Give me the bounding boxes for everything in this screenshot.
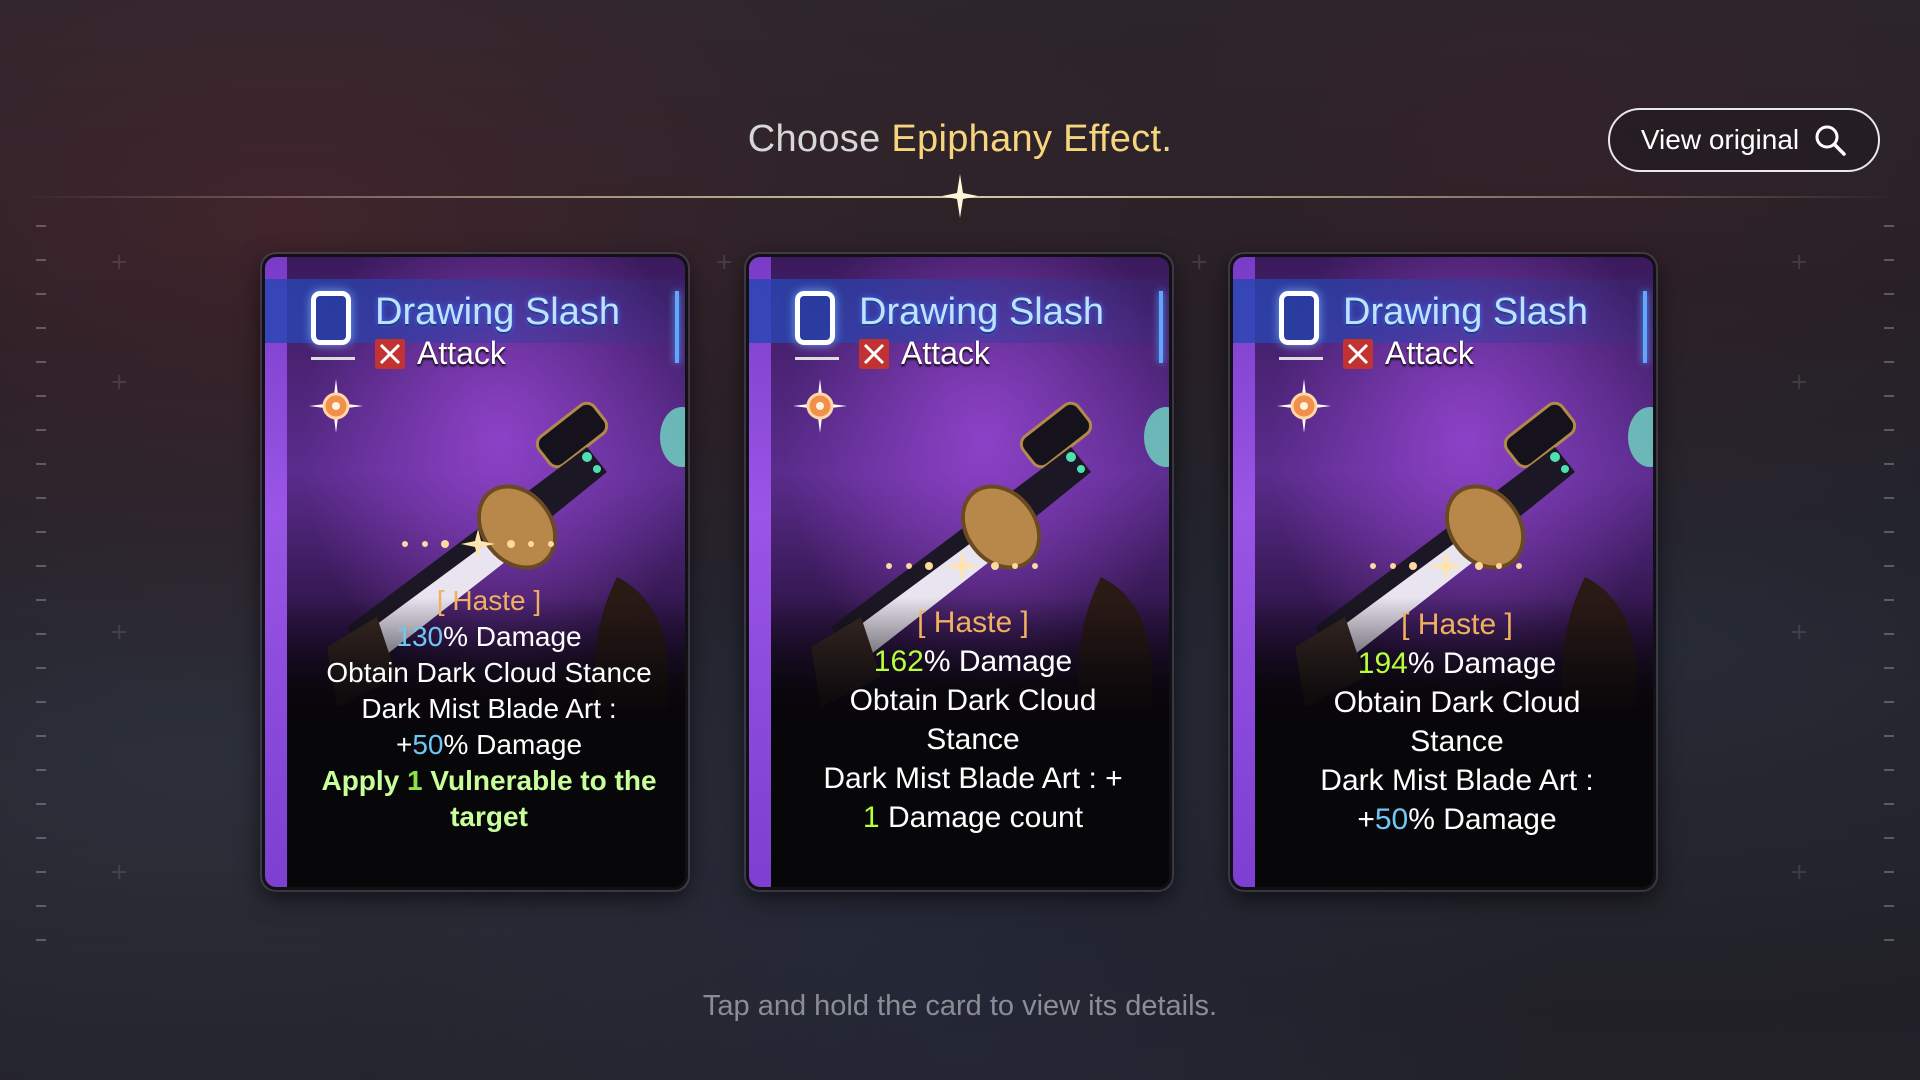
card-effect-text: [ Haste ] 194% Damage Obtain Dark Cloud … [1255, 605, 1653, 839]
vulnerable-line-2: target [450, 801, 528, 832]
card-type: Attack [901, 335, 990, 371]
grid-plus-decor: + [1790, 370, 1809, 395]
title-highlight: Epiphany Effect [891, 118, 1162, 160]
count-value: 1 [862, 801, 880, 834]
epiphany-card-2[interactable]: 0 Drawing Slash Attack [ Haste ] 162% Da… [746, 254, 1172, 890]
cost-underline [795, 357, 839, 360]
grid-plus-decor: + [110, 370, 129, 395]
stance-line: Obtain Dark Cloud [1333, 686, 1581, 719]
vulnerable-line: Apply 1 Vulnerable to the [287, 763, 685, 799]
attack-icon [1343, 339, 1373, 369]
damage-suffix: % Damage [923, 645, 1073, 678]
card-title-bar-edge [675, 291, 679, 363]
card-cost: 0 [1279, 291, 1319, 345]
compass-icon [793, 379, 847, 433]
stance-line: Obtain Dark Cloud Stance [326, 657, 652, 688]
bonus-prefix: + [1357, 803, 1375, 836]
epiphany-card-1[interactable]: 0 Drawing Slash Attack [ Haste ] 130% Da… [262, 254, 688, 890]
right-edge-ticks [1884, 225, 1894, 1045]
stance-line: Obtain Dark Cloud [849, 684, 1097, 717]
left-edge-ticks [36, 225, 46, 1045]
stance-line-2: Stance [926, 723, 1020, 756]
damage-line: 194% Damage [1255, 644, 1653, 683]
compass-icon [309, 379, 363, 433]
card-effect-text: [ Haste ] 162% Damage Obtain Dark Cloud … [771, 603, 1169, 837]
extra-suffix: Vulnerable to the [422, 765, 657, 796]
count-suffix: Damage count [879, 801, 1084, 834]
grid-plus-decor: + [110, 860, 129, 885]
damage-line: 162% Damage [771, 642, 1169, 681]
card-type: Attack [1385, 335, 1474, 371]
sparkle-divider [1370, 551, 1522, 581]
card-title-bar-edge [1159, 291, 1163, 363]
cost-underline [1279, 357, 1323, 360]
grid-plus-decor: + [110, 250, 129, 275]
card-tag: [ Haste ] [1401, 608, 1513, 641]
grid-plus-decor: + [1790, 620, 1809, 645]
card-name: Drawing Slash [375, 291, 620, 333]
epiphany-card-3[interactable]: 0 Drawing Slash Attack [ Haste ] 194% Da… [1230, 254, 1656, 890]
damage-value: 194 [1357, 647, 1408, 680]
card-effect-text: [ Haste ] 130% Damage Obtain Dark Cloud … [287, 583, 685, 835]
blade-art-line: Dark Mist Blade Art : + [823, 762, 1123, 795]
grid-plus-decor: + [1790, 250, 1809, 275]
card-tag: [ Haste ] [436, 585, 542, 616]
card-name: Drawing Slash [1343, 291, 1588, 333]
bonus-suffix: % Damage [443, 729, 583, 760]
damage-suffix: % Damage [1407, 647, 1557, 680]
card-type: Attack [417, 335, 506, 371]
bonus-suffix: % Damage [1408, 803, 1557, 836]
sparkle-icon [942, 174, 978, 218]
grid-plus-decor: + [715, 250, 734, 275]
bonus-line: +50% Damage [1255, 800, 1653, 839]
stance-line-2: Stance [1410, 725, 1504, 758]
view-original-label: View original [1640, 124, 1800, 155]
card-title-bar-edge [1643, 291, 1647, 363]
attack-icon [375, 339, 405, 369]
grid-plus-decor: + [1790, 860, 1809, 885]
bonus-prefix: + [395, 729, 413, 760]
cost-underline [311, 357, 355, 360]
card-cost: 0 [311, 291, 351, 345]
damage-value: 130 [396, 621, 444, 652]
damage-line: 130% Damage [287, 619, 685, 655]
damage-value: 162 [873, 645, 924, 678]
card-tag: [ Haste ] [917, 606, 1029, 639]
compass-icon [1277, 379, 1331, 433]
sparkle-divider [886, 551, 1038, 581]
grid-plus-decor: + [1190, 250, 1209, 275]
bonus-value: 50 [412, 729, 444, 760]
count-line: 1 Damage count [771, 798, 1169, 837]
card-side-strip [265, 257, 287, 887]
blade-art-line: Dark Mist Blade Art : [1320, 764, 1594, 797]
title-suffix: . [1161, 118, 1173, 160]
damage-suffix: % Damage [443, 621, 582, 652]
bonus-line: +50% Damage [287, 727, 685, 763]
card-cost: 0 [795, 291, 835, 345]
blade-art-line: Dark Mist Blade Art : [361, 693, 617, 724]
attack-icon [859, 339, 889, 369]
bonus-value: 50 [1374, 803, 1409, 836]
sparkle-divider [402, 529, 554, 559]
extra-value: 1 [407, 765, 423, 796]
extra-prefix: Apply [321, 765, 408, 796]
title-prefix: Choose [747, 118, 892, 160]
search-icon [1815, 125, 1846, 156]
view-original-button[interactable]: View original [1608, 108, 1880, 172]
card-name: Drawing Slash [859, 291, 1104, 333]
hint-text: Tap and hold the card to view its detail… [702, 990, 1218, 1022]
grid-plus-decor: + [110, 620, 129, 645]
